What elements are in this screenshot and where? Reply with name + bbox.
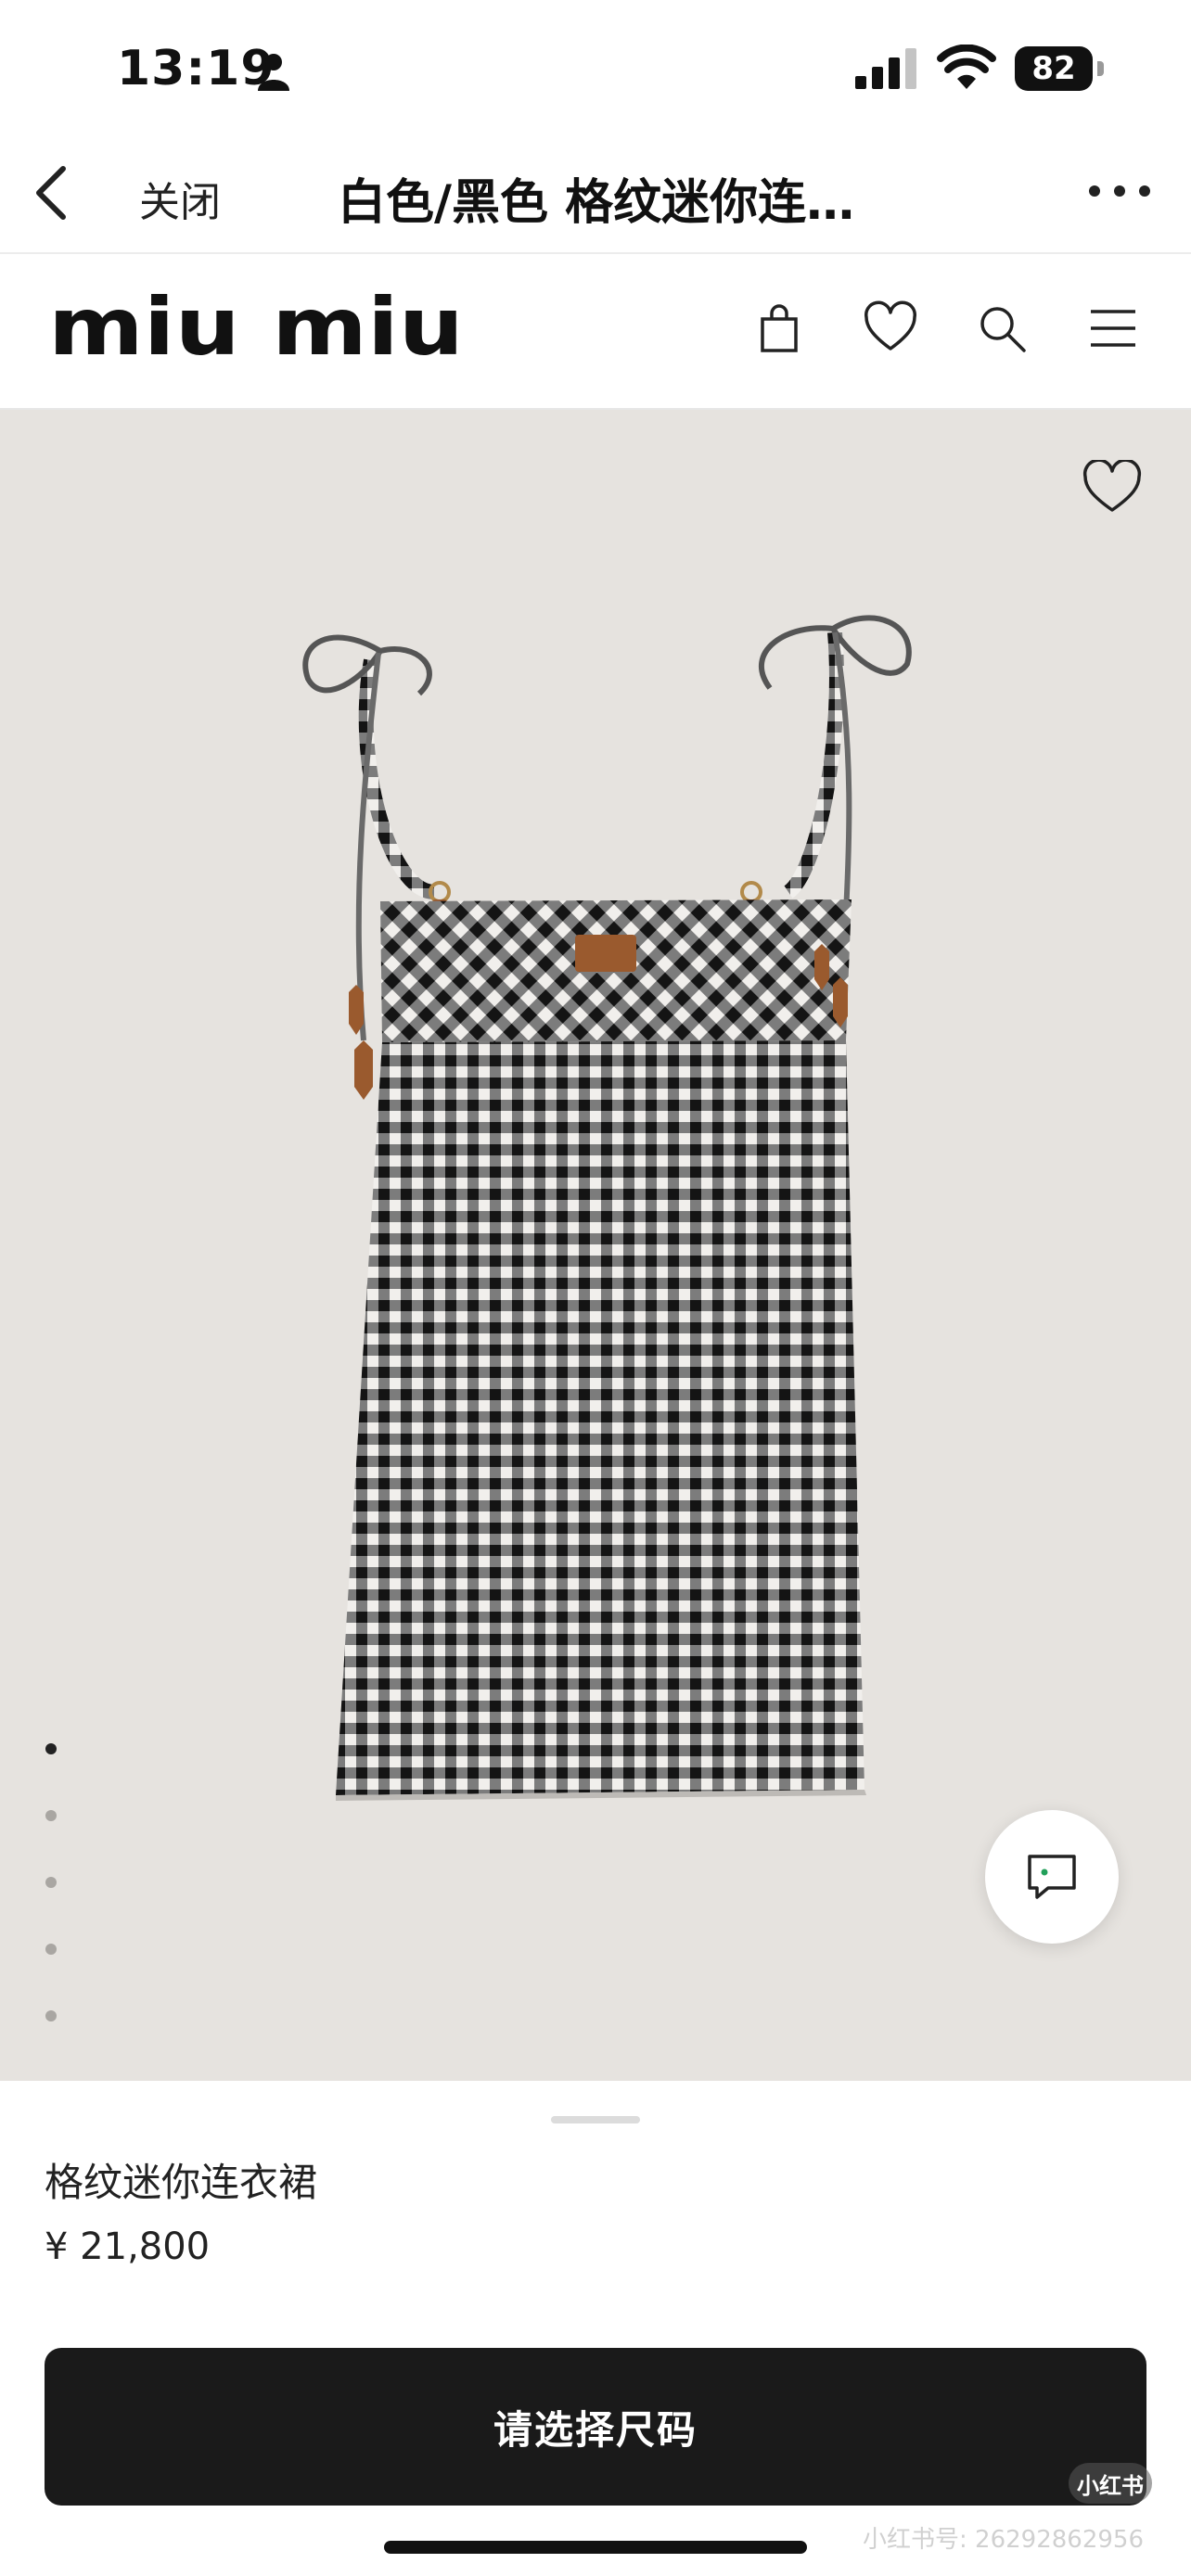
heart-icon[interactable] xyxy=(863,300,918,356)
status-time: 13:19 xyxy=(117,41,275,96)
more-options-icon[interactable] xyxy=(1087,184,1152,198)
chat-bubble-icon xyxy=(1028,1855,1076,1899)
close-button[interactable]: 关闭 xyxy=(139,169,221,228)
nav-divider xyxy=(0,252,1191,254)
cellular-signal-icon xyxy=(855,48,916,89)
product-price: ¥ 21,800 xyxy=(45,2225,211,2268)
battery-indicator: 82 xyxy=(1015,46,1104,91)
gallery-dot[interactable] xyxy=(45,1810,57,1821)
gallery-dot[interactable] xyxy=(45,1743,57,1754)
shopping-bag-icon[interactable] xyxy=(751,300,807,356)
gallery-dot[interactable] xyxy=(45,2010,57,2021)
search-icon[interactable] xyxy=(974,300,1030,356)
page-title: 白色/黑色 格纹迷你连… xyxy=(338,175,855,231)
menu-icon[interactable] xyxy=(1085,300,1141,356)
person-icon xyxy=(258,54,289,91)
chat-button[interactable] xyxy=(985,1810,1119,1944)
watermark-text: 小红书号: 26292862956 xyxy=(863,2526,1144,2554)
select-size-button[interactable]: 请选择尺码 xyxy=(45,2348,1146,2506)
battery-level: 82 xyxy=(1015,46,1093,91)
gallery-dot[interactable] xyxy=(45,1944,57,1955)
wifi-icon xyxy=(937,45,996,89)
product-name: 格纹迷你连衣裙 xyxy=(45,2160,318,2205)
sheet-handle[interactable] xyxy=(551,2116,640,2123)
gallery-dot[interactable] xyxy=(45,1877,57,1888)
watermark-badge: 小红书 xyxy=(1069,2463,1152,2504)
favorite-heart-icon[interactable] xyxy=(1082,460,1143,516)
miu-miu-logo[interactable]: miu miu xyxy=(48,293,464,363)
back-chevron-icon[interactable] xyxy=(32,165,72,221)
gallery-pagination[interactable] xyxy=(43,1736,61,2033)
home-indicator[interactable] xyxy=(384,2541,807,2554)
svg-text:miu miu: miu miu xyxy=(48,293,464,363)
battery-tip xyxy=(1097,61,1104,76)
